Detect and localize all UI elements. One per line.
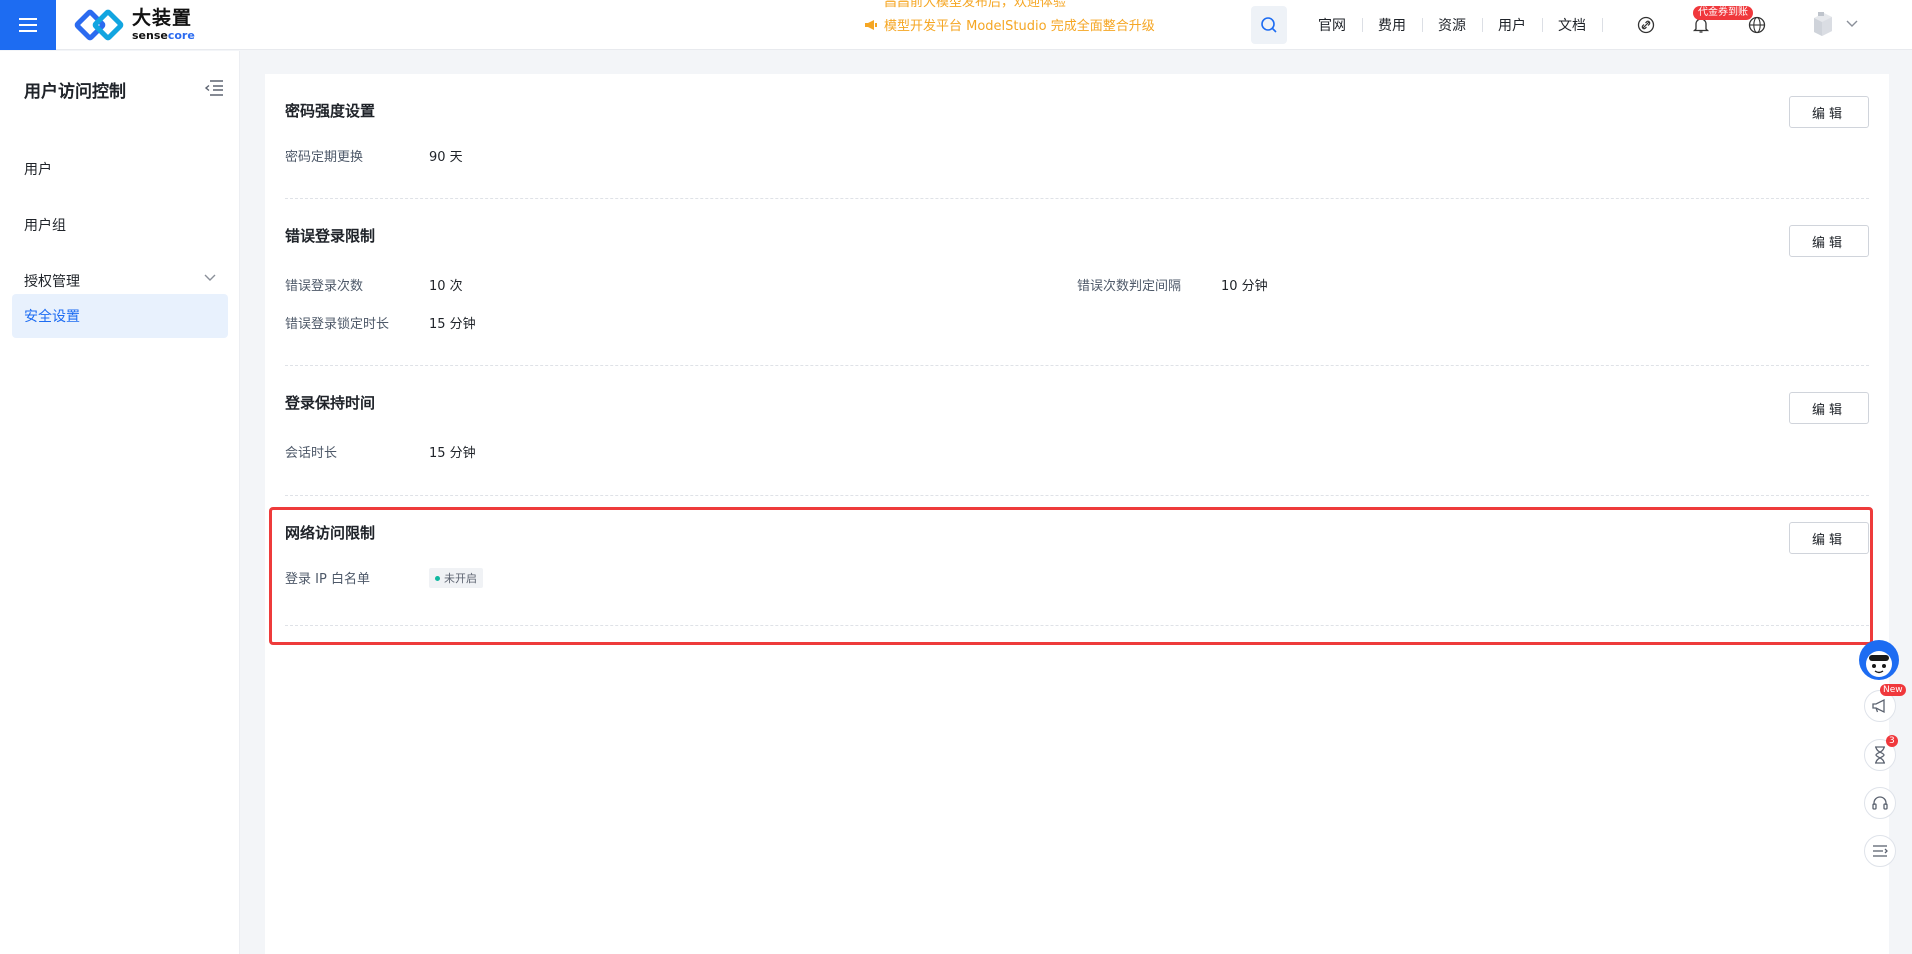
headset-icon	[1872, 796, 1888, 810]
chevron-down-icon	[1846, 20, 1858, 27]
nav-official-site[interactable]: 官网	[1302, 15, 1362, 35]
field-label: 错误登录次数	[285, 279, 364, 294]
logo-mark-icon	[73, 7, 126, 42]
section-network-access-limit: 网络访问限制 编辑 登录 IP 白名单 未开启	[285, 496, 1869, 626]
mascot-icon	[1866, 651, 1892, 677]
nav-users[interactable]: 用户	[1482, 15, 1542, 35]
link-button[interactable]	[1634, 13, 1658, 37]
nav-divider	[1602, 18, 1603, 32]
nav-resources[interactable]: 资源	[1422, 15, 1482, 35]
link-icon	[1637, 16, 1655, 34]
section-title: 网络访问限制	[285, 524, 376, 542]
section-title: 登录保持时间	[285, 394, 376, 412]
sidebar-item-user-groups[interactable]: 用户组	[12, 203, 228, 247]
security-settings-card: 密码强度设置 编辑 密码定期更换 90 天 错误登录限制 编辑 错误登录次数 1…	[265, 74, 1889, 954]
status-dot-icon	[435, 575, 440, 581]
language-button[interactable]	[1745, 13, 1769, 37]
sidebar-item-security[interactable]: 安全设置	[12, 294, 228, 338]
support-button[interactable]	[1864, 787, 1896, 819]
user-menu[interactable]	[1806, 8, 1858, 40]
sidebar-item-users[interactable]: 用户	[12, 147, 228, 191]
section-title: 错误登录限制	[285, 227, 376, 245]
nav-docs[interactable]: 文档	[1542, 15, 1602, 35]
avatar	[1814, 12, 1832, 36]
field-value: 15 分钟	[429, 446, 476, 461]
edit-login-error-button[interactable]: 编辑	[1789, 225, 1869, 257]
sidebar: 用户访问控制 用户 用户组 授权管理 安全设置	[0, 51, 240, 954]
announcement-ticker[interactable]: 昌昌前大模型发布后，欢迎体验 模型开发平台 ModelStudio 完成全面整合…	[864, 0, 1184, 50]
globe-icon	[1748, 16, 1766, 34]
megaphone-icon	[864, 19, 878, 35]
coupon-badge[interactable]: 代金券到账	[1693, 6, 1753, 20]
new-badge: New	[1880, 684, 1906, 696]
section-session-duration: 登录保持时间 编辑 会话时长 15 分钟	[285, 366, 1869, 496]
logo[interactable]: 大装置 sensecore	[73, 6, 195, 42]
announcement-line-2[interactable]: 模型开发平台 ModelStudio 完成全面整合升级	[884, 18, 1155, 36]
field-value: 90 天	[429, 150, 463, 165]
menu-icon[interactable]	[0, 0, 56, 50]
sidebar-item-label: 授权管理	[24, 274, 80, 290]
announcement-line-1[interactable]: 昌昌前大模型发布后，欢迎体验	[884, 0, 1155, 12]
hourglass-icon	[1875, 746, 1885, 764]
edit-password-button[interactable]: 编辑	[1789, 96, 1869, 128]
top-header: 大装置 sensecore 昌昌前大模型发布后，欢迎体验 模型开发平台 Mode…	[0, 0, 1912, 50]
sidebar-item-label: 安全设置	[24, 309, 80, 325]
field-label: 错误次数判定间隔	[1077, 279, 1182, 294]
section-password-strength: 密码强度设置 编辑 密码定期更换 90 天	[285, 74, 1869, 199]
list-collapse-icon	[1873, 845, 1888, 857]
sidebar-item-label: 用户	[24, 162, 52, 178]
edit-network-button[interactable]: 编辑	[1789, 522, 1869, 554]
more-tools-button[interactable]	[1864, 835, 1896, 867]
field-label: 登录 IP 白名单	[285, 572, 370, 587]
search-icon	[1261, 17, 1277, 33]
field-value: 10 次	[429, 279, 463, 294]
task-count-badge: 3	[1886, 735, 1898, 747]
field-value: 10 分钟	[1221, 279, 1268, 294]
sidebar-title: 用户访问控制	[24, 82, 126, 102]
section-login-error-limit: 错误登录限制 编辑 错误登录次数 10 次 错误次数判定间隔 10 分钟 错误登…	[285, 199, 1869, 366]
status-text: 未开启	[444, 572, 477, 585]
sidebar-item-label: 用户组	[24, 218, 66, 234]
search-button[interactable]	[1251, 6, 1287, 44]
field-value: 15 分钟	[429, 317, 476, 332]
assistant-mascot-button[interactable]	[1859, 640, 1899, 680]
status-badge: 未开启	[429, 568, 483, 588]
field-label: 会话时长	[285, 446, 338, 461]
field-label: 密码定期更换	[285, 150, 364, 165]
field-label: 错误登录锁定时长	[285, 317, 390, 332]
logo-subtitle: sensecore	[132, 28, 195, 42]
edit-session-button[interactable]: 编辑	[1789, 392, 1869, 424]
megaphone-icon	[1872, 698, 1885, 714]
top-nav: 官网 费用 资源 用户 文档	[1302, 0, 1603, 50]
section-title: 密码强度设置	[285, 102, 376, 120]
collapse-sidebar-icon[interactable]	[204, 79, 224, 97]
chevron-down-icon	[204, 274, 216, 281]
logo-title: 大装置	[132, 6, 193, 29]
nav-billing[interactable]: 费用	[1362, 15, 1422, 35]
